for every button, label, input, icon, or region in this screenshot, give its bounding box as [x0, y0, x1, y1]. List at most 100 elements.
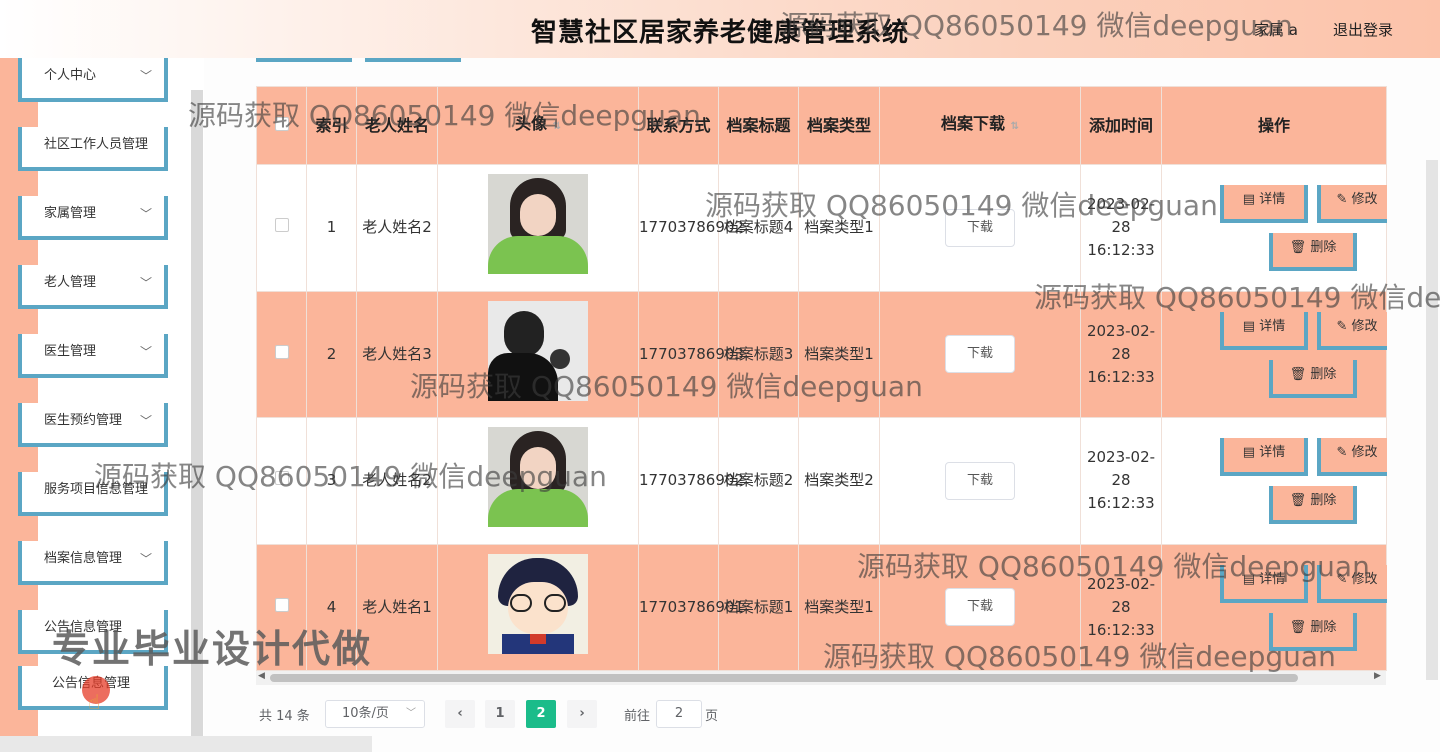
pagination-total: 共 14 条	[259, 709, 310, 724]
cell-time: 2023-02-28 16:12:33	[1080, 164, 1162, 292]
avatar[interactable]	[488, 174, 588, 275]
cell-phone: 17703786901	[638, 543, 744, 671]
sidebar-item-label: 公告信息管理	[44, 620, 123, 635]
sidebar-scrollbar[interactable]	[191, 90, 203, 752]
prev-page-button[interactable]: ‹	[445, 700, 475, 728]
cell-title: 档案标题1	[718, 543, 799, 671]
trash-icon: 🗑	[1289, 240, 1307, 255]
table-vertical-scrollbar[interactable]	[1426, 160, 1438, 680]
toolbar-button-edge[interactable]	[365, 58, 461, 62]
status-bar	[0, 736, 372, 752]
cell-name: 老人姓名3	[356, 290, 438, 418]
cell-index: 2	[306, 290, 357, 418]
document-icon: ▤	[1242, 318, 1256, 334]
toolbar-button-edge[interactable]	[256, 58, 352, 62]
hand-cursor-icon: ☝	[88, 690, 101, 714]
column-header-name[interactable]: 老人姓名	[356, 86, 438, 165]
sidebar-item-doctors[interactable]: 医生管理 ﹀	[18, 334, 168, 378]
column-header-title[interactable]: 档案标题	[718, 86, 799, 165]
cell-type: 档案类型1	[798, 543, 880, 671]
sort-icon[interactable]: ⇅	[553, 121, 561, 132]
column-header-phone[interactable]: 联系方式	[638, 86, 719, 165]
delete-button[interactable]: 🗑 删除	[1269, 359, 1357, 398]
column-header-index[interactable]: 索引	[306, 86, 357, 165]
sidebar-item-archives[interactable]: 档案信息管理 ﹀	[18, 541, 168, 585]
sidebar-item-elderly[interactable]: 老人管理 ﹀	[18, 265, 168, 309]
sidebar-item-appointments[interactable]: 医生预约管理 ﹀	[18, 403, 168, 447]
table-header-row: 索引 老人姓名 头像 ⇅ 联系方式 档案标题 档案类型 档案下载 ⇅ 添加时间 …	[256, 86, 1387, 165]
sort-icon[interactable]: ⇅	[1011, 121, 1019, 132]
row-checkbox[interactable]	[274, 471, 289, 486]
cell-type: 档案类型1	[798, 290, 880, 418]
table-row: 3 老人姓名2 17703786902 档案标题2 档案类型2 下载 2023-…	[256, 417, 1387, 545]
row-checkbox[interactable]	[274, 344, 289, 359]
sidebar-item-personal-center[interactable]: 个人中心 ﹀	[18, 58, 168, 102]
avatar[interactable]	[488, 300, 588, 401]
document-icon: ▤	[1242, 445, 1256, 460]
column-header-time[interactable]: 添加时间	[1080, 86, 1162, 165]
row-checkbox[interactable]	[274, 218, 289, 233]
delete-button[interactable]: 🗑 删除	[1269, 612, 1357, 651]
sidebar-item-community-staff[interactable]: 社区工作人员管理	[18, 127, 168, 171]
chevron-down-icon: ﹀	[139, 345, 152, 359]
cell-index: 4	[306, 543, 357, 671]
scroll-left-icon[interactable]: ◀	[258, 671, 265, 681]
cell-type: 档案类型1	[798, 164, 880, 292]
page-unit-label: 页	[705, 709, 719, 724]
delete-button[interactable]: 🗑 删除	[1269, 233, 1357, 271]
sidebar-item-family[interactable]: 家属管理 ﹀	[18, 196, 168, 240]
document-icon: ▤	[1242, 571, 1256, 587]
detail-button[interactable]: ▤ 详情	[1220, 564, 1308, 603]
page-button-1[interactable]: 1	[485, 700, 515, 728]
pencil-icon: ✎	[1336, 571, 1348, 587]
sidebar-item-label: 老人管理	[44, 275, 97, 290]
sidebar-item-services[interactable]: 服务项目信息管理	[18, 472, 168, 516]
scrollbar-thumb[interactable]	[270, 674, 1298, 682]
edit-button[interactable]: ✎ 修改	[1317, 311, 1387, 350]
page-title: 智慧社区居家养老健康管理系统	[530, 18, 909, 48]
goto-page-input[interactable]: 2	[656, 700, 702, 728]
cell-title: 档案标题3	[718, 290, 799, 418]
cell-index: 3	[306, 417, 357, 545]
trash-icon: 🗑	[1289, 493, 1307, 508]
pencil-icon: ✎	[1336, 192, 1348, 207]
sidebar-item-label: 档案信息管理	[44, 551, 123, 566]
page-button-2[interactable]: 2	[526, 700, 556, 728]
goto-label: 前往	[624, 709, 651, 724]
sidebar-item-label: 家属管理	[44, 206, 97, 221]
column-header-download[interactable]: 档案下载 ⇅	[879, 86, 1081, 165]
delete-button[interactable]: 🗑 删除	[1269, 486, 1357, 524]
download-button[interactable]: 下载	[945, 461, 1015, 500]
page-size-select[interactable]: 10条/页 ﹀	[325, 700, 425, 728]
logout-button[interactable]: 退出登录	[1333, 19, 1393, 40]
download-button[interactable]: 下载	[945, 335, 1015, 374]
row-checkbox[interactable]	[274, 597, 289, 612]
download-button[interactable]: 下载	[945, 208, 1015, 247]
detail-button[interactable]: ▤ 详情	[1220, 311, 1308, 350]
select-all-checkbox[interactable]	[274, 116, 289, 131]
edit-button[interactable]: ✎ 修改	[1317, 564, 1387, 603]
column-header-type[interactable]: 档案类型	[798, 86, 880, 165]
select-all-cell	[256, 86, 307, 165]
edit-button[interactable]: ✎ 修改	[1317, 185, 1387, 223]
download-button[interactable]: 下载	[945, 588, 1015, 627]
column-header-avatar[interactable]: 头像 ⇅	[437, 86, 639, 165]
cell-phone: 17703786902	[638, 417, 744, 545]
sidebar-item-label: 个人中心	[44, 68, 97, 83]
cell-name: 老人姓名2	[356, 417, 438, 545]
chevron-down-icon: ﹀	[139, 69, 152, 83]
avatar[interactable]	[488, 427, 588, 528]
trash-icon: 🗑	[1289, 619, 1307, 635]
cell-phone: 17703786902	[638, 164, 744, 292]
detail-button[interactable]: ▤ 详情	[1220, 438, 1308, 476]
chevron-down-icon: ﹀	[139, 207, 152, 221]
sidebar-item-announcements[interactable]: 公告信息管理	[18, 610, 168, 654]
next-page-button[interactable]: ›	[567, 700, 597, 728]
scroll-right-icon[interactable]: ▶	[1374, 671, 1381, 681]
edit-button[interactable]: ✎ 修改	[1317, 438, 1387, 476]
detail-button[interactable]: ▤ 详情	[1220, 185, 1308, 223]
sidebar-item-label: 医生管理	[44, 344, 97, 359]
avatar[interactable]	[488, 553, 588, 654]
top-header: 智慧社区居家养老健康管理系统 家属 a 退出登录	[0, 0, 1440, 58]
cell-phone: 17703786903	[638, 290, 744, 418]
